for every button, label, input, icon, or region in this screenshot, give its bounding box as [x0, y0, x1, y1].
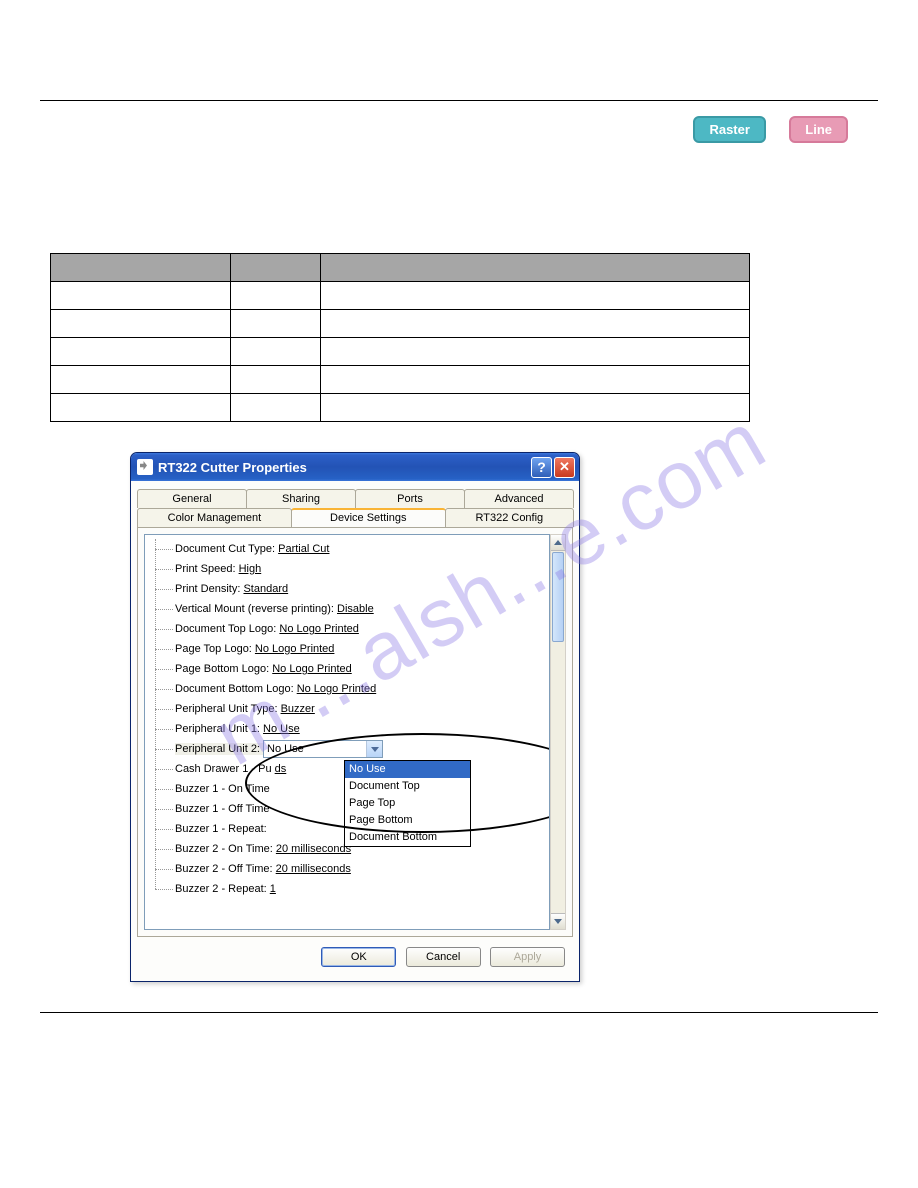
- tab-advanced[interactable]: Advanced: [464, 489, 574, 508]
- setting-value[interactable]: No Logo Printed: [279, 623, 359, 635]
- setting-value[interactable]: 1: [270, 883, 276, 895]
- header-divider: [40, 100, 878, 101]
- tree-item[interactable]: Document Cut Type: Partial Cut: [175, 539, 545, 559]
- setting-value[interactable]: Disable: [337, 603, 374, 615]
- ok-button[interactable]: OK: [321, 947, 396, 967]
- tab-rt322-config[interactable]: RT322 Config: [445, 508, 574, 527]
- tab-ports[interactable]: Ports: [355, 489, 465, 508]
- settings-options-table: [50, 253, 750, 422]
- setting-label: Cash Drawer 1 - Pu: [175, 763, 275, 775]
- setting-label: Buzzer 1 - On Time: [175, 783, 270, 795]
- scroll-down-button[interactable]: [551, 913, 565, 929]
- cancel-button[interactable]: Cancel: [406, 947, 481, 967]
- setting-label: Document Bottom Logo:: [175, 683, 297, 695]
- setting-label: Buzzer 1 - Repeat:: [175, 823, 267, 835]
- tab-color-management[interactable]: Color Management: [137, 508, 292, 527]
- chevron-down-icon[interactable]: [366, 741, 382, 757]
- setting-label: Buzzer 2 - On Time:: [175, 843, 276, 855]
- tree-item[interactable]: Document Bottom Logo: No Logo Printed: [175, 679, 545, 699]
- peripheral-unit-2-combo[interactable]: No Use: [263, 740, 383, 758]
- tree-item[interactable]: Print Speed: High: [175, 559, 545, 579]
- scroll-up-button[interactable]: [551, 535, 565, 551]
- setting-value[interactable]: High: [239, 563, 262, 575]
- setting-label: Peripheral Unit Type:: [175, 703, 281, 715]
- help-button[interactable]: ?: [531, 457, 552, 478]
- dropdown-option-page-top[interactable]: Page Top: [345, 795, 470, 812]
- setting-value[interactable]: No Logo Printed: [255, 643, 335, 655]
- dropdown-option-no-use[interactable]: No Use: [345, 761, 470, 778]
- tree-item[interactable]: Buzzer 2 - Repeat: 1: [175, 879, 545, 899]
- settings-tree[interactable]: Document Cut Type: Partial CutPrint Spee…: [144, 534, 550, 930]
- tree-item[interactable]: Peripheral Unit 1: No Use: [175, 719, 545, 739]
- setting-label: Document Cut Type:: [175, 543, 278, 555]
- tree-item[interactable]: Page Top Logo: No Logo Printed: [175, 639, 545, 659]
- setting-value[interactable]: Buzzer: [281, 703, 315, 715]
- setting-label: Buzzer 2 - Off Time:: [175, 863, 276, 875]
- vertical-scrollbar[interactable]: [550, 534, 566, 930]
- scroll-thumb[interactable]: [552, 552, 564, 642]
- setting-label: Page Bottom Logo:: [175, 663, 272, 675]
- dropdown-option-document-top[interactable]: Document Top: [345, 778, 470, 795]
- tab-sharing[interactable]: Sharing: [246, 489, 356, 508]
- close-button[interactable]: ✕: [554, 457, 575, 478]
- tab-device-settings[interactable]: Device Settings: [291, 508, 446, 527]
- setting-label: Peripheral Unit 1:: [175, 723, 263, 735]
- setting-label: Buzzer 1 - Off Time: [175, 803, 270, 815]
- setting-value[interactable]: 20 milliseconds: [276, 863, 351, 875]
- tree-item[interactable]: Peripheral Unit Type: Buzzer: [175, 699, 545, 719]
- setting-label: Print Density:: [175, 583, 243, 595]
- properties-dialog: RT322 Cutter Properties ? ✕ General Shar…: [130, 452, 580, 982]
- dropdown-option-document-bottom[interactable]: Document Bottom: [345, 829, 470, 846]
- titlebar[interactable]: RT322 Cutter Properties ? ✕: [131, 453, 579, 481]
- tab-panel: Document Cut Type: Partial CutPrint Spee…: [137, 527, 573, 937]
- setting-value[interactable]: Standard: [243, 583, 288, 595]
- setting-value[interactable]: No Logo Printed: [297, 683, 377, 695]
- raster-badge: Raster: [693, 116, 765, 143]
- setting-label: Vertical Mount (reverse printing):: [175, 603, 337, 615]
- printer-icon: [137, 459, 153, 475]
- setting-value[interactable]: 20 milliseconds: [276, 843, 351, 855]
- tab-general[interactable]: General: [137, 489, 247, 508]
- setting-value[interactable]: No Use: [263, 723, 300, 735]
- setting-value[interactable]: Partial Cut: [278, 543, 329, 555]
- setting-label: Document Top Logo:: [175, 623, 279, 635]
- dropdown-option-page-bottom[interactable]: Page Bottom: [345, 812, 470, 829]
- peripheral-unit-2-dropdown[interactable]: No Use Document Top Page Top Page Bottom…: [344, 760, 471, 847]
- setting-value[interactable]: ds: [275, 763, 287, 775]
- setting-label: Peripheral Unit 2:: [175, 743, 263, 755]
- tree-item[interactable]: Peripheral Unit 2: No Use: [175, 739, 545, 759]
- tree-item[interactable]: Print Density: Standard: [175, 579, 545, 599]
- tree-item[interactable]: Page Bottom Logo: No Logo Printed: [175, 659, 545, 679]
- window-title: RT322 Cutter Properties: [158, 460, 531, 475]
- setting-label: Page Top Logo:: [175, 643, 255, 655]
- tree-item[interactable]: Document Top Logo: No Logo Printed: [175, 619, 545, 639]
- tree-item[interactable]: Buzzer 2 - Off Time: 20 milliseconds: [175, 859, 545, 879]
- footer-divider: [40, 1012, 878, 1013]
- line-badge: Line: [789, 116, 848, 143]
- setting-label: Print Speed:: [175, 563, 239, 575]
- apply-button: Apply: [490, 947, 565, 967]
- tree-item[interactable]: Vertical Mount (reverse printing): Disab…: [175, 599, 545, 619]
- setting-label: Buzzer 2 - Repeat:: [175, 883, 270, 895]
- setting-value[interactable]: No Logo Printed: [272, 663, 352, 675]
